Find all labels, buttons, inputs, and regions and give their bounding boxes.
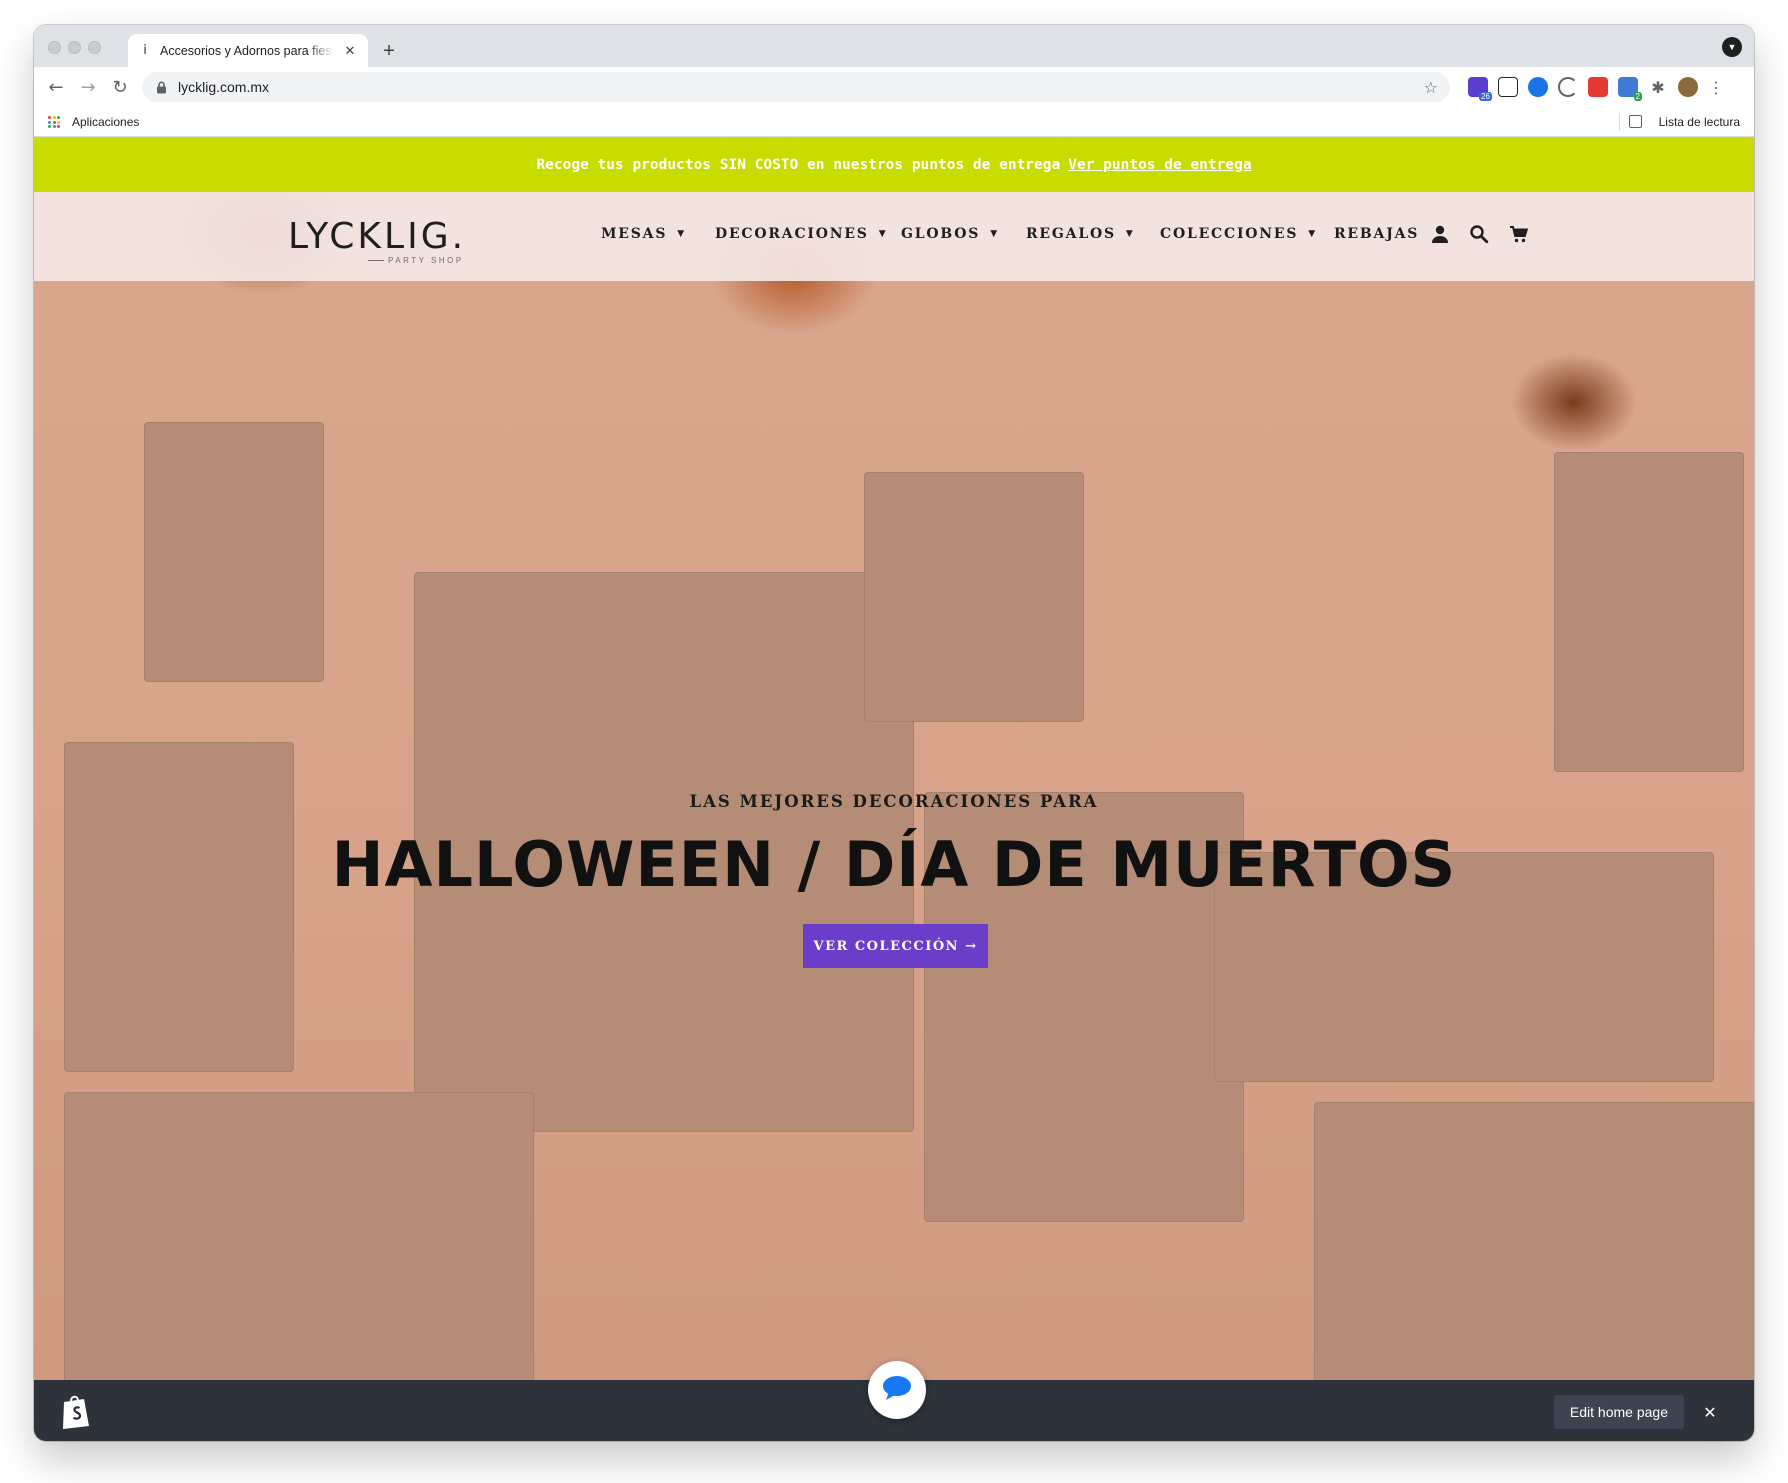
notion-icon[interactable] (1498, 77, 1518, 97)
close-admin-bar-icon[interactable]: ✕ (1698, 1400, 1722, 1424)
nav-item-label: MESAS (601, 226, 668, 242)
window-close-button[interactable] (48, 41, 61, 54)
browser-window: i Accesorios y Adornos para fiestas ✕ + … (34, 25, 1754, 1441)
logo-rule (368, 260, 384, 261)
nav-item-regalos[interactable]: REGALOS ▼ (1026, 226, 1135, 242)
nav-item-decoraciones[interactable]: DECORACIONES ▼ (715, 226, 887, 242)
forward-arrow-icon[interactable]: → (76, 75, 100, 99)
caret-down-icon: ▼ (1125, 229, 1135, 239)
hero-content: LAS MEJORES DECORACIONES PARA HALLOWEEN … (34, 192, 1754, 1386)
extension-red-square-icon[interactable] (1588, 77, 1608, 97)
tab-strip: i Accesorios y Adornos para fiestas ✕ + … (34, 25, 1754, 67)
window-zoom-button[interactable] (88, 41, 101, 54)
hero-banner: LAS MEJORES DECORACIONES PARA HALLOWEEN … (34, 192, 1754, 1386)
bookmarks-bar: Aplicaciones Lista de lectura (34, 107, 1754, 137)
site-header: LYCKLIG. PARTY SHOP MESAS ▼ DECORACIONES ▼… (34, 192, 1754, 281)
favicon-icon: i (143, 43, 147, 58)
nav-item-colecciones[interactable]: COLECCIONES ▼ (1160, 226, 1317, 242)
cart-icon[interactable] (1508, 223, 1530, 245)
reading-list-icon[interactable] (1629, 115, 1642, 128)
url-text: lycklig.com.mx (178, 79, 270, 95)
nav-item-label: REGALOS (1026, 226, 1116, 242)
delivery-points-link[interactable]: Ver puntos de entrega (1068, 157, 1251, 173)
tab-close-icon[interactable]: ✕ (342, 43, 358, 59)
apps-bookmark[interactable]: Aplicaciones (72, 115, 139, 129)
bookmarks-divider (1619, 113, 1620, 131)
nav-item-label: GLOBOS (901, 226, 981, 242)
nav-item-mesas[interactable]: MESAS ▼ (601, 226, 686, 242)
tab-search-icon[interactable]: ▼ (1722, 37, 1742, 57)
extension-badge: 2 (1633, 92, 1642, 101)
edit-home-page-button[interactable]: Edit home page (1553, 1395, 1684, 1429)
extension-circle-icon[interactable] (1528, 77, 1548, 97)
nav-item-globos[interactable]: GLOBOS ▼ (901, 226, 999, 242)
nav-item-label: REBAJAS (1334, 226, 1420, 242)
extension-code-icon[interactable]: 2 (1618, 77, 1642, 101)
more-menu-icon[interactable]: ⋮ (1706, 77, 1726, 97)
window-minimize-button[interactable] (68, 41, 81, 54)
address-bar[interactable]: lycklig.com.mx ☆ (142, 72, 1450, 102)
nav-item-rebajas[interactable]: REBAJAS (1334, 226, 1419, 242)
tab-title: Accesorios y Adornos para fiestas (160, 43, 334, 58)
chat-bubble-icon (881, 1374, 913, 1407)
view-collection-button[interactable]: VER COLECCIÓN → (803, 924, 988, 968)
new-tab-button[interactable]: + (376, 38, 402, 64)
hero-eyebrow: LAS MEJORES DECORACIONES PARA (689, 792, 1099, 811)
avatar[interactable] (1678, 77, 1698, 97)
browser-toolbar: ← → ↻ lycklig.com.mx ☆ 26 2 ✱ ⋮ (34, 67, 1754, 107)
back-arrow-icon[interactable]: ← (44, 75, 68, 99)
search-icon[interactable] (1468, 223, 1490, 245)
logo-tagline: PARTY SHOP (388, 256, 464, 265)
store-logo[interactable]: LYCKLIG. PARTY SHOP (288, 206, 478, 268)
caret-down-icon: ▼ (990, 229, 999, 239)
announcement-bar: Recoge tus productos SIN COSTO en nuestr… (34, 137, 1754, 192)
extension-c-icon[interactable] (1558, 77, 1578, 97)
account-icon[interactable] (1429, 223, 1451, 245)
extension-graduation-icon[interactable]: 26 (1468, 77, 1492, 101)
nav-item-label: DECORACIONES (715, 226, 869, 242)
caret-down-icon: ▼ (677, 229, 686, 239)
extension-badge: 26 (1479, 92, 1492, 101)
nav-item-label: COLECCIONES (1160, 226, 1299, 242)
reading-list-button[interactable]: Lista de lectura (1659, 115, 1740, 129)
bookmark-star-icon[interactable]: ☆ (1424, 78, 1438, 97)
caret-down-icon: ▼ (1308, 229, 1317, 239)
caret-down-icon: ▼ (878, 229, 888, 239)
web-page: Recoge tus productos SIN COSTO en nuestr… (34, 137, 1754, 1441)
logo-wordmark: LYCKLIG. (288, 216, 467, 257)
apps-grid-icon[interactable] (48, 116, 60, 128)
shopify-bag-icon[interactable] (60, 1393, 92, 1429)
chat-widget-button[interactable] (868, 1361, 926, 1419)
hero-headline: HALLOWEEN / DÍA DE MUERTOS (331, 828, 1457, 901)
browser-tab[interactable]: i Accesorios y Adornos para fiestas ✕ (128, 34, 368, 67)
reload-icon[interactable]: ↻ (108, 75, 132, 99)
lock-icon (154, 80, 168, 94)
announcement-text: Recoge tus productos SIN COSTO en nuestr… (536, 156, 1061, 173)
puzzle-extensions-icon[interactable]: ✱ (1648, 77, 1668, 97)
